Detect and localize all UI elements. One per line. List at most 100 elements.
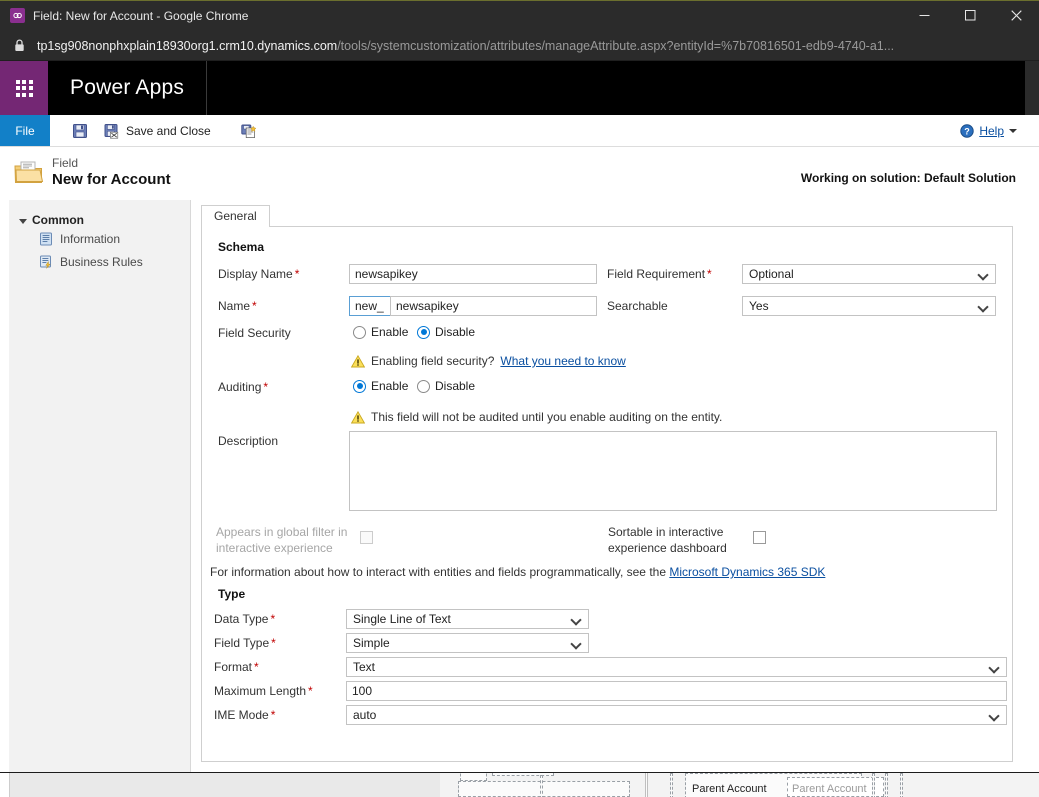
- display-name-label-text: Display Name: [218, 267, 293, 281]
- powerapps-brand[interactable]: Power Apps: [48, 61, 208, 115]
- save-button[interactable]: [64, 117, 96, 144]
- triangle-expanded-icon[interactable]: [19, 218, 27, 224]
- required-marker: *: [263, 380, 269, 394]
- data-type-label: Data Type *: [214, 612, 275, 626]
- chrome-browser-window: Field: New for Account - Google Chrome t…: [0, 0, 1039, 772]
- save-and-close-icon: [104, 123, 120, 139]
- sdk-note-text: For information about how to interact wi…: [210, 565, 666, 579]
- field-requirement-select[interactable]: Optional: [742, 264, 996, 284]
- format-select[interactable]: Text: [346, 657, 1007, 677]
- help-button[interactable]: Help: [979, 124, 1004, 138]
- bg-dash-divider: [670, 773, 673, 797]
- field-security-enable-option[interactable]: Enable: [353, 325, 408, 339]
- command-ribbon: File Save and Close ? Help: [0, 115, 1039, 147]
- close-button[interactable]: [993, 0, 1039, 31]
- maximum-length-label: Maximum Length *: [214, 684, 313, 698]
- powerapps-favicon: [10, 8, 25, 23]
- bg-parent-account-label: Parent Account: [692, 783, 767, 795]
- field-type-label: Field Type *: [214, 636, 276, 650]
- new-field-button[interactable]: [233, 117, 265, 144]
- auditing-enable-label: Enable: [371, 379, 409, 393]
- address-bar-path: /tools/systemcustomization/attributes/ma…: [337, 38, 895, 53]
- radio-icon[interactable]: [353, 325, 366, 339]
- sidebar-item-label: Information: [60, 232, 121, 246]
- sdk-note-link[interactable]: Microsoft Dynamics 365 SDK: [669, 565, 825, 579]
- tab-general[interactable]: General: [201, 205, 270, 227]
- field-requirement-value: Optional: [749, 267, 794, 281]
- field-requirement-label-text: Field Requirement: [607, 267, 706, 281]
- help-label: Help: [979, 123, 1004, 138]
- global-filter-label-line1: Appears in global filter in: [216, 525, 348, 539]
- radio-icon[interactable]: [417, 379, 430, 393]
- auditing-warning: This field will not be audited until you…: [351, 410, 722, 424]
- minimize-button[interactable]: [901, 0, 947, 31]
- field-type-select[interactable]: Simple: [346, 633, 589, 653]
- ime-mode-value: auto: [353, 708, 377, 722]
- address-bar-url: tp1sg908nonphxplain18930org1.crm10.dynam…: [37, 39, 894, 53]
- display-name-input[interactable]: [349, 264, 597, 284]
- bg-parent-account-placeholder: Parent Account: [792, 783, 867, 795]
- bg-dash-divider: [540, 775, 543, 797]
- field-security-warning-text: Enabling field security?: [371, 354, 495, 368]
- description-textarea[interactable]: [349, 431, 997, 511]
- global-filter-label-line2: interactive experience: [216, 541, 333, 555]
- field-security-warning-link[interactable]: What you need to know: [500, 354, 625, 368]
- business-rules-icon: [39, 255, 53, 269]
- schema-section-title: Schema: [218, 240, 265, 254]
- required-marker: *: [254, 660, 259, 674]
- auditing-enable-option[interactable]: Enable: [353, 379, 408, 393]
- navigation-pane: Common Information Business Rules: [9, 200, 191, 772]
- nav-group-common[interactable]: Common: [9, 213, 190, 227]
- warning-icon: [351, 354, 365, 368]
- name-input[interactable]: [390, 296, 597, 316]
- field-security-disable-label: Disable: [435, 325, 476, 339]
- global-filter-checkbox: [360, 531, 373, 544]
- sortable-label-line1: Sortable in interactive: [608, 525, 724, 539]
- ribbon-right-group: ? Help: [960, 115, 1039, 146]
- sortable-label-line2: experience dashboard: [608, 541, 727, 555]
- warning-icon: [351, 410, 365, 424]
- general-panel: Schema Display Name* Field Requirement* …: [201, 227, 1013, 762]
- sidebar-item-business-rules[interactable]: Business Rules: [9, 250, 190, 273]
- ime-mode-select[interactable]: auto: [346, 705, 1007, 725]
- required-marker: *: [707, 267, 712, 281]
- file-tab[interactable]: File: [0, 115, 50, 146]
- chevron-down-icon: [978, 269, 989, 280]
- searchable-select[interactable]: Yes: [742, 296, 996, 316]
- chevron-down-icon: [571, 614, 582, 625]
- maximize-button[interactable]: [947, 0, 993, 31]
- chevron-down-icon[interactable]: [1009, 128, 1017, 133]
- save-icon: [72, 123, 88, 139]
- ime-mode-label-text: IME Mode: [214, 708, 269, 722]
- required-marker: *: [270, 612, 276, 626]
- chevron-down-icon: [571, 638, 582, 649]
- sidebar-item-information[interactable]: Information: [9, 227, 190, 250]
- auditing-disable-option[interactable]: Disable: [417, 379, 475, 393]
- format-label-text: Format: [214, 660, 253, 674]
- save-and-close-button[interactable]: Save and Close: [96, 117, 219, 144]
- format-label: Format *: [214, 660, 259, 674]
- browser-tab-title: Field: New for Account - Google Chrome: [33, 8, 249, 23]
- field-type-label-text: Field Type: [214, 636, 270, 650]
- page-subtitle: Field: [52, 156, 79, 170]
- radio-icon-selected[interactable]: [417, 325, 430, 339]
- bg-dash-divider: [872, 773, 875, 797]
- data-type-select[interactable]: Single Line of Text: [346, 609, 589, 629]
- app-launcher-icon[interactable]: [0, 61, 48, 115]
- browser-address-bar[interactable]: tp1sg908nonphxplain18930org1.crm10.dynam…: [0, 31, 1039, 61]
- description-label: Description: [218, 434, 279, 448]
- searchable-value: Yes: [749, 299, 769, 313]
- name-prefix-input[interactable]: [349, 296, 391, 316]
- auditing-warning-text: This field will not be audited until you…: [371, 410, 723, 424]
- form-pane: General Schema Display Name * Field Requi…: [191, 200, 1025, 772]
- maximum-length-input[interactable]: [346, 681, 1007, 701]
- nav-group-label: Common: [32, 213, 84, 227]
- field-security-disable-option[interactable]: Disable: [417, 325, 475, 339]
- sortable-checkbox[interactable]: [753, 531, 766, 544]
- browser-titlebar: Field: New for Account - Google Chrome: [0, 0, 1039, 31]
- required-marker: *: [271, 636, 276, 650]
- field-security-warning: Enabling field security? What you need t…: [351, 354, 626, 368]
- field-type-value: Simple: [353, 636, 390, 650]
- folder-field-icon: [14, 160, 44, 186]
- radio-icon-selected[interactable]: [353, 379, 366, 393]
